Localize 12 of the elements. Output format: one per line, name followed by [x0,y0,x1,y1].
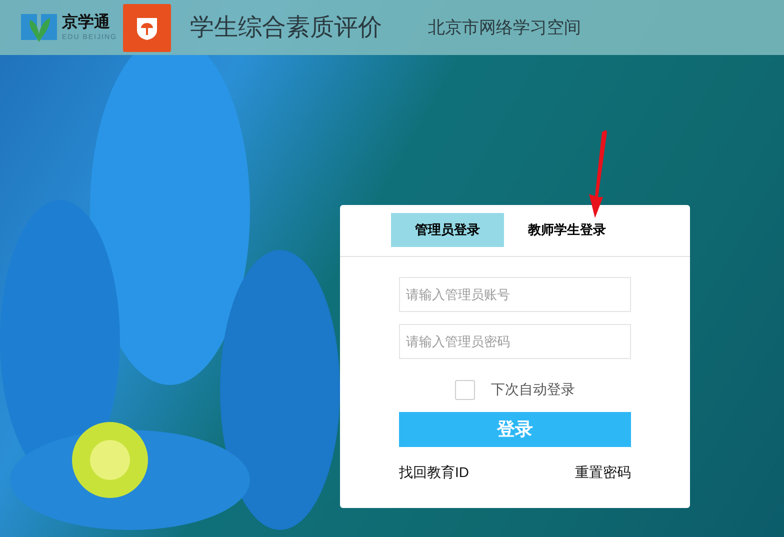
auto-login-checkbox[interactable] [455,380,475,400]
account-link[interactable]: 重置密码 [575,462,631,483]
login-tab[interactable]: 教师学生登录 [504,213,630,247]
brand-name: 京学通 [62,14,111,30]
account-link[interactable]: 找回教育ID [399,462,469,483]
account-field[interactable]: 请输入管理员账号 [399,277,631,312]
password-field[interactable]: 请输入管理员密码 [399,324,631,359]
emblem-logo-icon [122,4,171,52]
page-subtitle: 北京市网络学习空间 [428,16,581,39]
auto-login-label: 下次自动登录 [491,380,575,399]
login-tab[interactable]: 管理员登录 [391,213,504,247]
page-title: 学生综合素质评价 [190,12,382,42]
